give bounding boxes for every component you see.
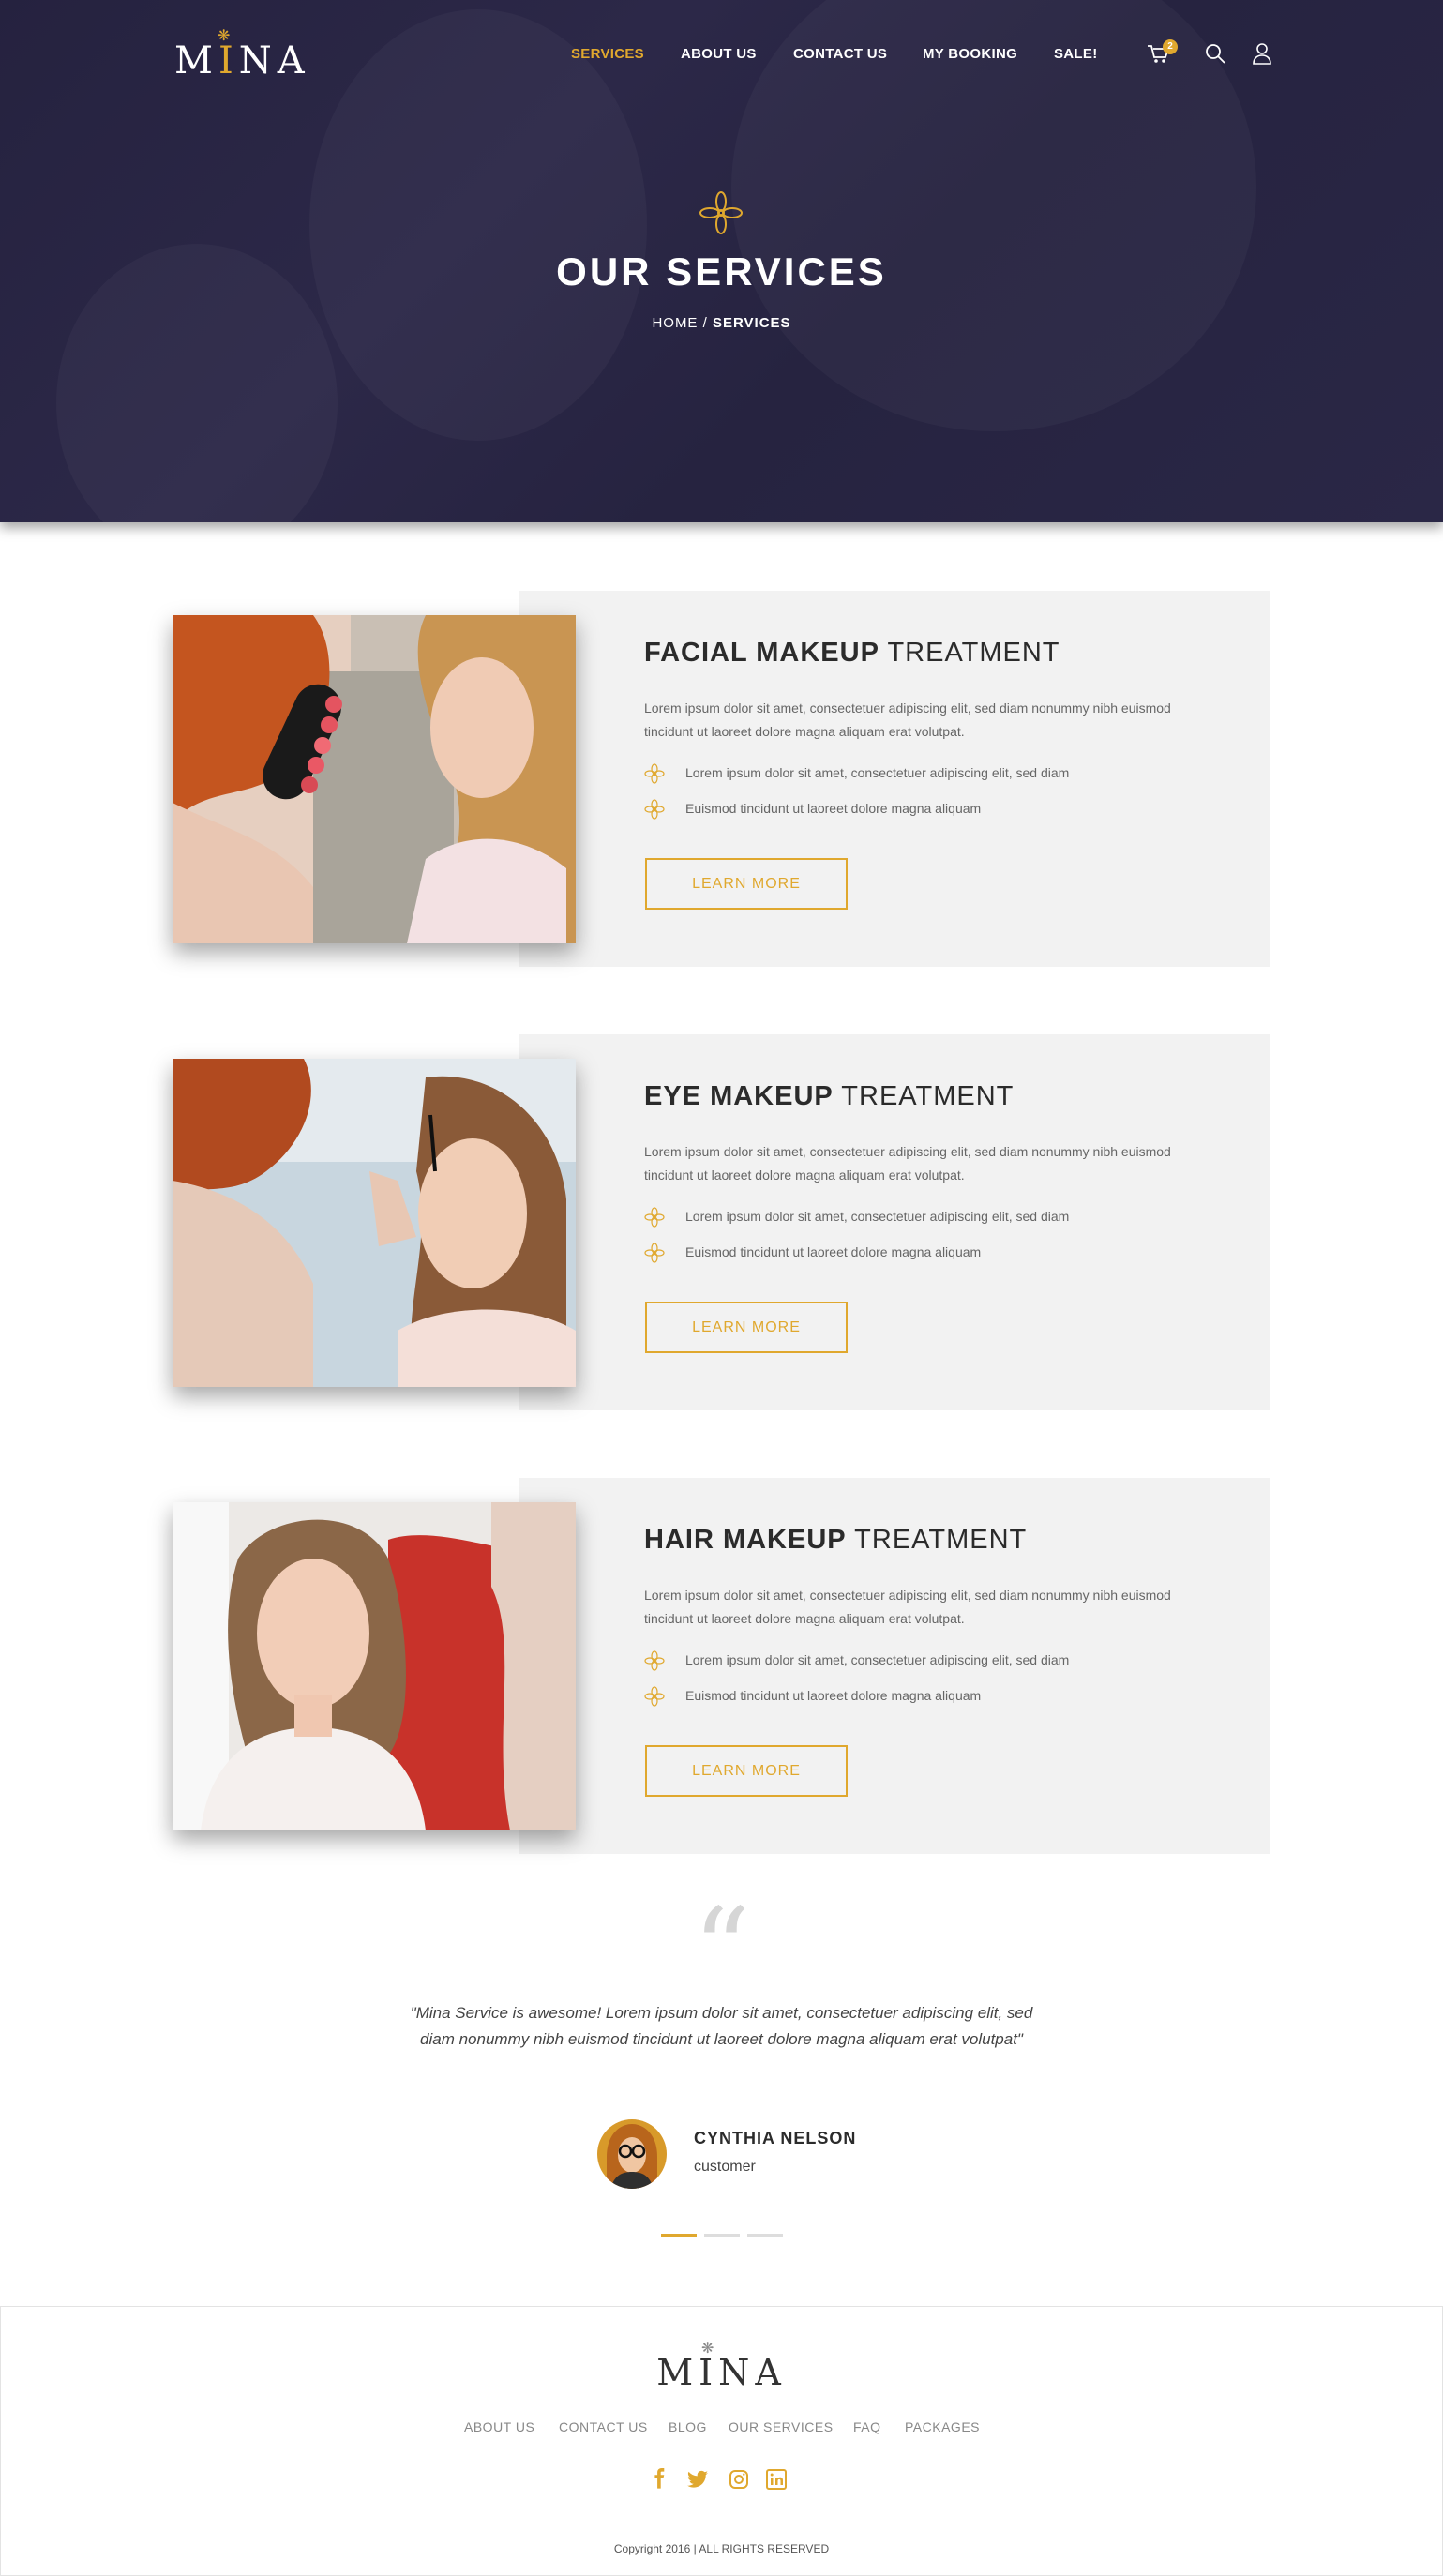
linkedin-icon[interactable]	[765, 2468, 788, 2491]
copyright: Copyright 2016 | ALL RIGHTS RESERVED	[613, 2542, 830, 2555]
testimonial-author-name: CYNTHIA NELSON	[694, 2129, 857, 2147]
hair-makeup-photo	[173, 1502, 576, 1830]
facebook-icon[interactable]	[650, 2468, 672, 2491]
nav-item-services[interactable]: SERVICES	[571, 46, 644, 62]
service-bullet: Euismod tincidunt ut laoreet dolore magn…	[644, 799, 981, 820]
service-title: EYE MAKEUP TREATMENT	[644, 1081, 1015, 1111]
hero-banner: ❋ MINA SERVICES ABOUT US CONTACT US MY BO…	[0, 0, 1443, 522]
service-bullet: Lorem ipsum dolor sit amet, consectetuer…	[644, 763, 1069, 784]
service-description: Lorem ipsum dolor sit amet, consectetuer…	[644, 1144, 1171, 1183]
testimonial-quote: "Mina Service is awesome! Lorem ipsum do…	[410, 2004, 1033, 2048]
flower-bullet-icon	[644, 763, 665, 784]
instagram-icon[interactable]	[728, 2468, 750, 2491]
twitter-icon[interactable]	[686, 2468, 709, 2491]
learn-more-button[interactable]: LEARN MORE	[645, 858, 848, 910]
slider-dot-2[interactable]	[704, 2234, 740, 2237]
footer-link-packages[interactable]: PACKAGES	[905, 2419, 980, 2434]
service-bullet: Euismod tincidunt ut laoreet dolore magn…	[644, 1243, 981, 1263]
breadcrumb: HOME / SERVICES	[0, 315, 1443, 331]
service-bullet: Euismod tincidunt ut laoreet dolore magn…	[644, 1686, 981, 1707]
quote-mark-icon: “	[692, 1885, 751, 2015]
service-title: HAIR MAKEUP TREATMENT	[644, 1525, 1028, 1555]
breadcrumb-separator: /	[698, 315, 713, 331]
slider-dot-1[interactable]	[661, 2234, 697, 2237]
flower-bullet-icon	[644, 1686, 665, 1707]
nav-item-sale[interactable]: SALE!	[1054, 46, 1098, 62]
nav-item-my-booking[interactable]: MY BOOKING	[923, 46, 1017, 62]
flower-bullet-icon	[644, 1650, 665, 1671]
flower-ornament-icon	[699, 191, 743, 234]
nav-item-contact-us[interactable]: CONTACT US	[793, 46, 887, 62]
learn-more-button[interactable]: LEARN MORE	[645, 1302, 848, 1353]
page-title: OUR SERVICES	[556, 249, 887, 294]
logo[interactable]: ❋ MINA	[174, 26, 310, 83]
service-description: Lorem ipsum dolor sit amet, consectetuer…	[644, 700, 1171, 739]
avatar	[597, 2119, 667, 2189]
service-bullet: Lorem ipsum dolor sit amet, consectetuer…	[644, 1650, 1069, 1671]
slider-dot-3[interactable]	[747, 2234, 783, 2237]
search-icon[interactable]	[1203, 41, 1227, 66]
footer-link-blog[interactable]: BLOG	[669, 2419, 707, 2434]
service-title: FACIAL MAKEUP TREATMENT	[644, 638, 1060, 668]
flower-bullet-icon	[644, 1207, 665, 1228]
footer-link-our-services[interactable]: OUR SERVICES	[729, 2419, 834, 2434]
facial-makeup-photo	[173, 615, 576, 943]
footer-link-faq[interactable]: FAQ	[853, 2419, 881, 2434]
service-description: Lorem ipsum dolor sit amet, consectetuer…	[644, 1588, 1171, 1626]
logo-ornament-icon: ❋	[218, 26, 231, 44]
footer-logo[interactable]: MINA	[0, 2352, 1443, 2393]
flower-bullet-icon	[644, 1243, 665, 1263]
footer-link-contact-us[interactable]: CONTACT US	[559, 2419, 648, 2434]
testimonial-author-role: customer	[694, 2159, 756, 2175]
flower-bullet-icon	[644, 799, 665, 820]
cart-count-badge: 2	[1163, 39, 1178, 54]
service-bullet: Lorem ipsum dolor sit amet, consectetuer…	[644, 1207, 1069, 1228]
nav-item-about-us[interactable]: ABOUT US	[681, 46, 757, 62]
learn-more-button[interactable]: LEARN MORE	[645, 1745, 848, 1797]
user-icon[interactable]	[1250, 41, 1274, 66]
footer-link-about-us[interactable]: ABOUT US	[464, 2419, 534, 2434]
eye-makeup-photo	[173, 1059, 576, 1387]
breadcrumb-home[interactable]: HOME	[652, 315, 698, 331]
footer	[0, 2306, 1443, 2576]
breadcrumb-current: SERVICES	[712, 315, 791, 331]
